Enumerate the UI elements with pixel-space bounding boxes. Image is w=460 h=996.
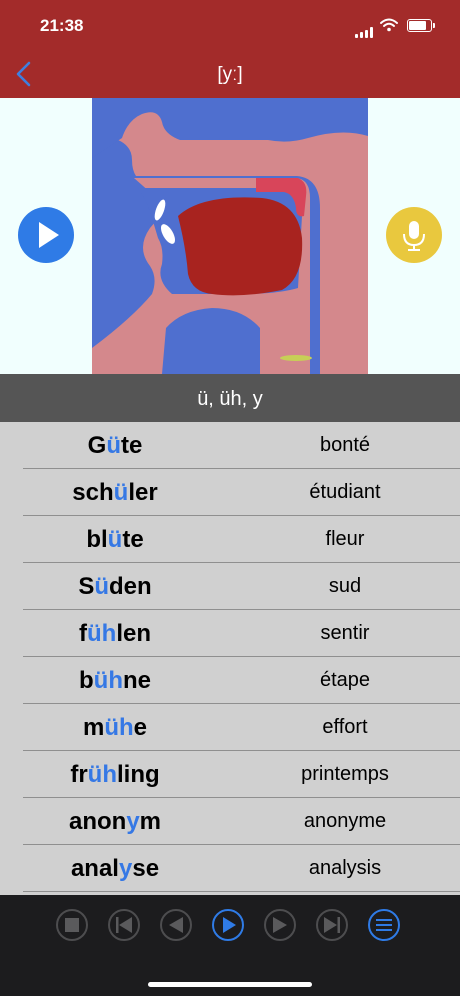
translation: étape [319,669,371,691]
status-time: 21:38 [40,16,84,35]
translation: fleur [325,528,365,550]
translation: étudiant [309,481,381,503]
german-word: frühling [70,761,160,788]
battery-icon [407,19,435,32]
nav-header: 21:38 [yː] [0,0,460,98]
translation: sud [328,575,362,597]
german-word: analyse [70,855,160,882]
mouth-articulation-diagram [92,98,368,374]
word-row[interactable]: fühlen sentir [0,610,460,657]
german-word: mühe [82,714,148,741]
wifi-icon [380,18,398,37]
german-word: anonym [68,808,162,835]
word-row[interactable]: Süden sud [0,563,460,610]
home-indicator [148,982,312,987]
word-list: Güte bonté schüler étudiant blüte fleur … [0,422,460,895]
word-row[interactable]: anonym anonyme [0,798,460,845]
german-word: schüler [72,479,158,506]
playback-toolbar [0,895,460,996]
german-word: Süden [78,573,152,600]
status-bar: 21:38 [0,14,460,38]
skip-first-icon[interactable] [108,909,140,941]
word-row[interactable]: bühne étape [0,657,460,704]
skip-last-icon[interactable] [316,909,348,941]
german-word: fühlen [78,620,151,647]
previous-icon[interactable] [160,909,192,941]
next-icon[interactable] [264,909,296,941]
translation: printemps [301,763,389,785]
word-row[interactable]: mühe effort [0,704,460,751]
list-icon[interactable] [368,909,400,941]
word-row[interactable]: schüler étudiant [0,469,460,516]
translation: anonyme [303,810,387,832]
record-button[interactable] [386,207,442,263]
translation: bonté [319,434,371,456]
page-title: [yː] [217,64,243,85]
articulation-panel [0,98,460,374]
word-row[interactable]: analyse analysis [0,845,460,892]
translation: sentir [320,622,370,644]
word-row[interactable]: Güte bonté [0,422,460,469]
stop-icon[interactable] [56,909,88,941]
translation: analysis [308,857,382,879]
word-row[interactable]: blüte fleur [0,516,460,563]
play-icon[interactable] [212,909,244,941]
spelling-banner: ü, üh, y [0,374,460,422]
german-word: Güte [87,432,143,459]
row-divider [23,891,460,892]
signal-icon [355,20,375,38]
german-word: bühne [78,667,151,694]
word-row[interactable]: frühling printemps [0,751,460,798]
german-word: blüte [86,526,144,553]
play-sound-button[interactable] [18,207,74,263]
translation: effort [322,716,368,738]
